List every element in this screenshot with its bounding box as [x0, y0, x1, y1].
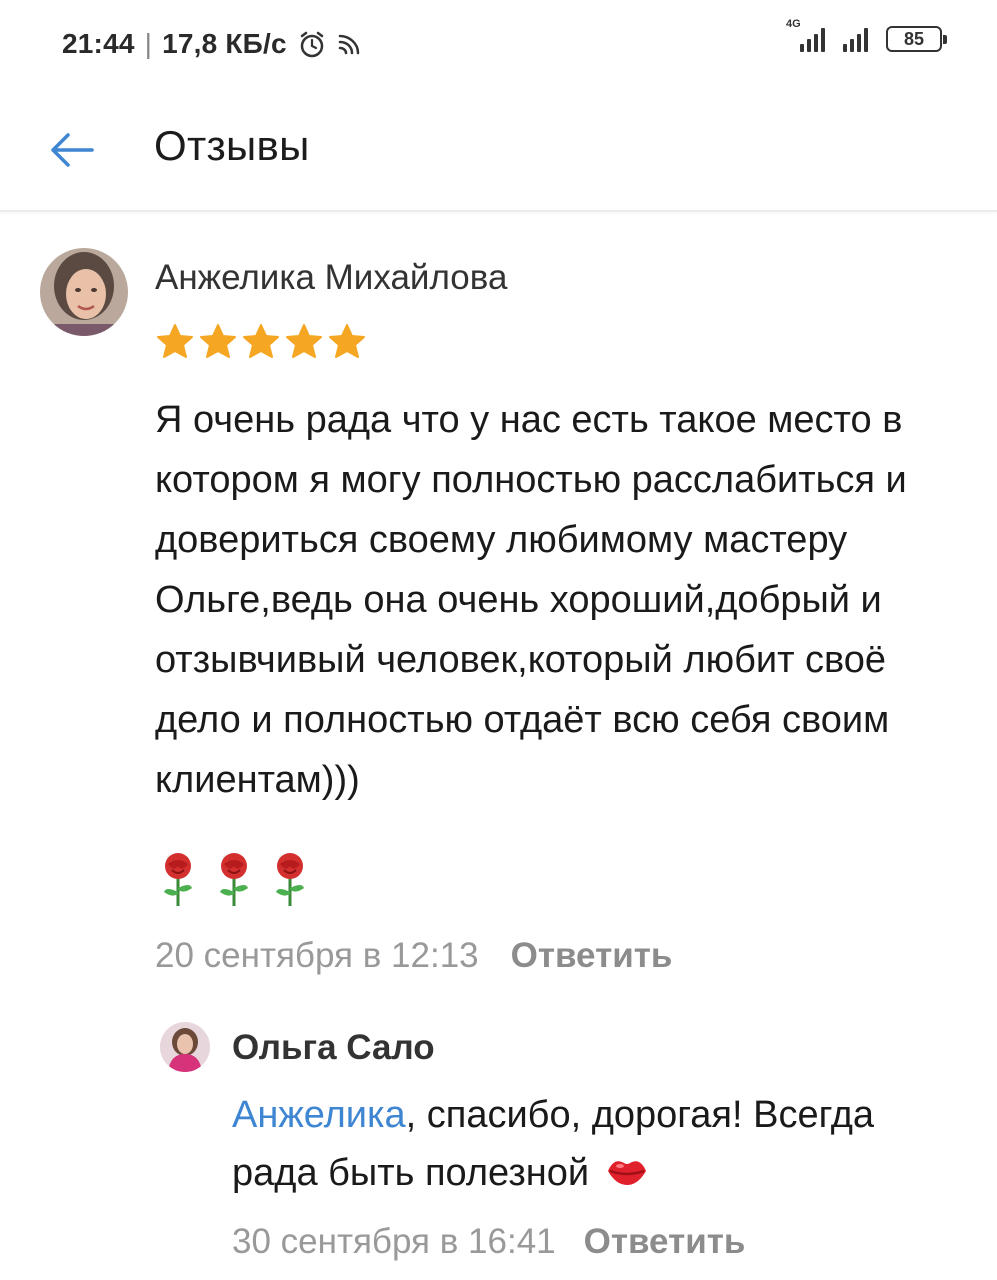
reviews-screen: 21:44 | 17,8 КБ/с 4G 85 Отзывы Анжелика …	[0, 0, 997, 1280]
rose-icon	[164, 853, 192, 906]
reply-to-reply-button[interactable]: Ответить	[584, 1222, 746, 1262]
reply-date: 30 сентября в 16:41	[232, 1222, 556, 1261]
reply-avatar[interactable]	[160, 1022, 210, 1072]
battery-level: 85	[903, 28, 925, 49]
status-right: 4G 85	[786, 18, 947, 52]
review-emojis	[158, 852, 310, 908]
star-icon	[329, 324, 365, 358]
reply-meta: 30 сентября в 16:41 Ответить	[232, 1222, 745, 1262]
page-title: Отзывы	[154, 122, 310, 169]
mention-link[interactable]: Анжелика	[232, 1094, 406, 1136]
status-separator: |	[144, 28, 153, 59]
rose-icon	[276, 853, 304, 906]
wifi-icon	[338, 34, 360, 55]
avatar[interactable]	[40, 248, 128, 336]
status-bar: 21:44 | 17,8 КБ/с 4G 85	[0, 0, 997, 90]
reply-author[interactable]: Ольга Сало	[232, 1028, 435, 1068]
status-left: 21:44 | 17,8 КБ/с	[62, 28, 363, 60]
network-tag: 4G	[786, 18, 801, 30]
rating-stars	[155, 322, 367, 362]
signal-icon	[843, 26, 868, 52]
review-author[interactable]: Анжелика Михайлова	[155, 258, 507, 298]
signal-icon: 4G	[786, 18, 825, 52]
kiss-lips-icon	[607, 1161, 646, 1185]
arrow-left-icon[interactable]	[44, 122, 100, 178]
reply-button[interactable]: Ответить	[511, 936, 673, 976]
star-icon	[286, 324, 322, 358]
star-icon	[157, 324, 193, 358]
status-time: 21:44	[62, 28, 135, 59]
review-meta: 20 сентября в 12:13 Ответить	[155, 936, 672, 976]
review-text: Я очень рада что у нас есть такое место …	[155, 399, 907, 801]
app-bar: Отзывы	[0, 90, 997, 212]
alarm-icon	[300, 31, 324, 58]
review-date: 20 сентября в 12:13	[155, 936, 479, 975]
status-speed: 17,8 КБ/с	[162, 28, 287, 59]
reply-text: Анжелика, спасибо, дорогая! Всегда рада …	[232, 1086, 962, 1202]
rose-icon	[220, 853, 248, 906]
battery-icon: 85	[886, 26, 947, 52]
star-icon	[243, 324, 279, 358]
star-icon	[200, 324, 236, 358]
